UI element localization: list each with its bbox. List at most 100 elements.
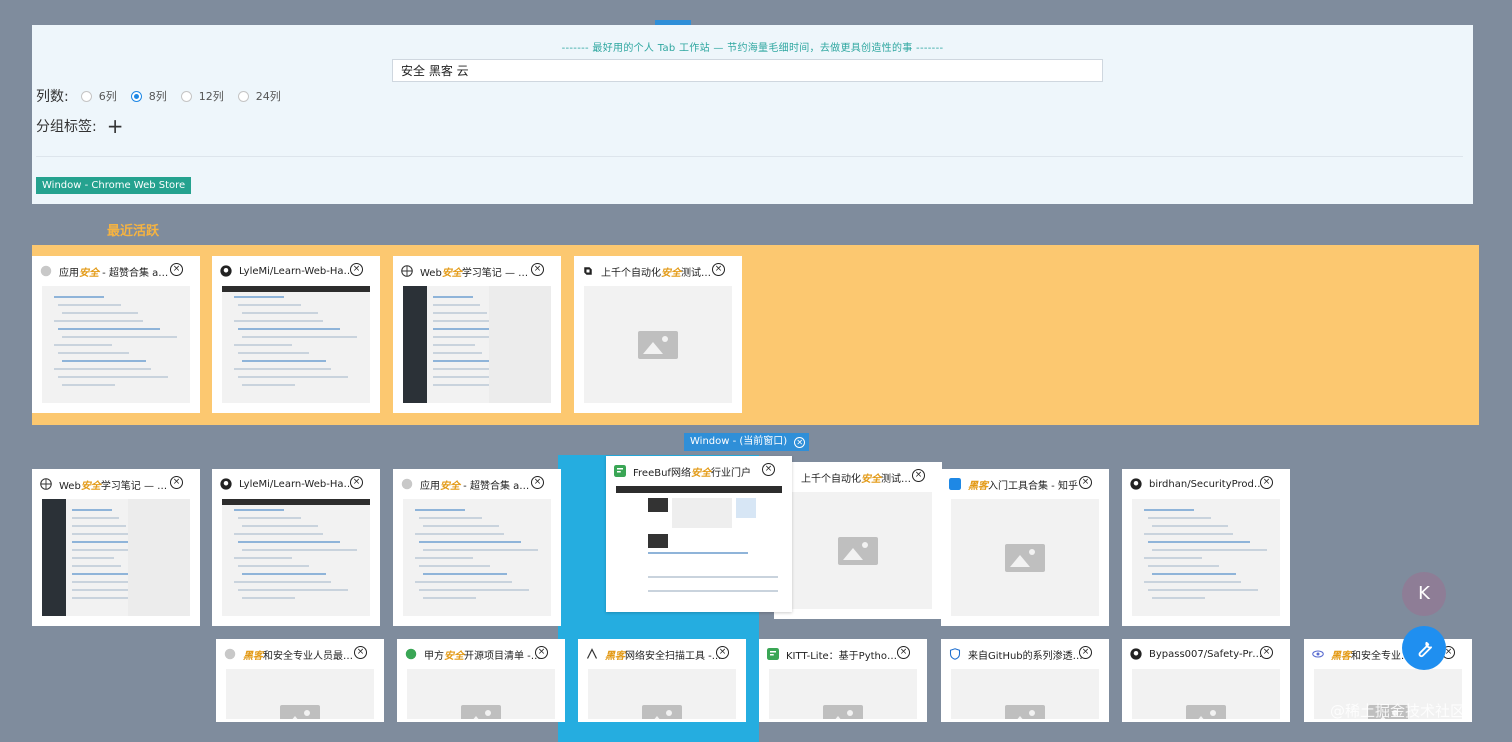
tab-title: 应用安全 - 超赞合集 awes... [420, 480, 537, 492]
tab-card[interactable]: 黑客和安全专业人员最重... × [216, 639, 384, 722]
image-placeholder-icon [823, 705, 863, 719]
add-group-icon[interactable]: + [107, 116, 124, 136]
page-preview [1132, 499, 1280, 616]
close-icon[interactable]: × [170, 476, 183, 489]
gray-circle-icon [224, 648, 236, 660]
close-icon[interactable]: × [897, 646, 910, 659]
current-window-label: Window - (当前窗口) [690, 436, 788, 447]
avatar[interactable]: K [1402, 572, 1446, 616]
tab-thumbnail [222, 286, 370, 403]
close-icon[interactable]: × [170, 263, 183, 276]
close-icon[interactable]: ✕ [794, 436, 806, 448]
page-preview [222, 286, 370, 403]
close-icon[interactable]: × [354, 646, 367, 659]
tab-title: birdhan/SecurityProduct... [1149, 478, 1266, 490]
tab-card[interactable]: KITT-Lite：基于Python实... × [759, 639, 927, 722]
recent-active-label: 最近活跃 [107, 224, 160, 239]
image-placeholder-icon [838, 536, 878, 565]
tab-card[interactable]: Bypass007/Safety-Proje... × [1122, 639, 1290, 722]
close-icon[interactable]: × [1079, 646, 1092, 659]
current-window-tag[interactable]: Window - (当前窗口) ✕ [684, 433, 810, 451]
tab-title: KITT-Lite：基于Python实... [786, 650, 903, 662]
github-icon [1130, 478, 1142, 490]
image-placeholder-icon [461, 705, 501, 719]
shield-icon [949, 648, 961, 660]
close-icon[interactable]: × [712, 263, 725, 276]
image-placeholder-icon [1005, 705, 1045, 719]
tab-card[interactable]: LyleMi/Learn-Web-Hacki... × [212, 469, 380, 626]
tab-card[interactable]: 黑客网络安全扫描工具 -... × [578, 639, 746, 722]
tab-thumbnail [584, 286, 732, 403]
tab-title: 黑客和安全专业人员最重... [243, 650, 360, 662]
close-icon[interactable]: × [716, 646, 729, 659]
radio-dot [80, 90, 92, 102]
github-icon [1130, 648, 1142, 660]
tab-title: FreeBuf网络安全行业门户 [633, 467, 751, 479]
close-icon[interactable]: × [531, 476, 544, 489]
freebuf-icon [767, 648, 779, 660]
tab-thumbnail [226, 669, 374, 719]
diamond-icon [582, 265, 594, 277]
close-icon[interactable]: × [531, 263, 544, 276]
close-icon[interactable]: × [912, 469, 925, 482]
tab-thumbnail [616, 486, 782, 606]
close-icon[interactable]: × [762, 463, 775, 476]
group-tags-label: 分组标签: [36, 119, 97, 135]
group-tags-row: 分组标签: + [36, 116, 123, 136]
tab-title: 上千个自动化安全测试工具... [801, 473, 918, 485]
tab-title: 黑客网络安全扫描工具 -... [605, 650, 722, 662]
tab-card[interactable]: 上千个自动化安全测试工具...× [774, 462, 942, 619]
tab-title: Web安全学习笔记 — Web... [420, 267, 537, 279]
freebuf-icon [614, 465, 626, 477]
page-preview [403, 499, 551, 616]
radio-12-columns[interactable]: 12列 [180, 88, 224, 104]
tab-thumbnail [222, 499, 370, 616]
radio-6-columns[interactable]: 6列 [80, 88, 117, 104]
close-icon[interactable]: × [350, 263, 363, 276]
tab-thumbnail [403, 499, 551, 616]
gray-circle-icon [40, 265, 52, 277]
tab-card[interactable]: 应用安全 - 超赞合集 awes...× [393, 469, 561, 626]
image-placeholder-icon [280, 705, 320, 719]
window-tag-chrome-web-store[interactable]: Window - Chrome Web Store [36, 177, 192, 194]
tab-card[interactable]: LyleMi/Learn-Web-Hacki... × [212, 256, 380, 413]
radar-icon [586, 648, 598, 660]
close-icon[interactable]: × [350, 476, 363, 489]
page-preview [42, 286, 190, 403]
tab-card[interactable]: 应用安全 - 超赞合集 awes...× [32, 256, 200, 413]
tab-thumbnail [769, 669, 917, 719]
close-icon[interactable]: × [1260, 476, 1273, 489]
eye-icon [1312, 648, 1324, 660]
tab-thumbnail [951, 669, 1099, 719]
tab-card[interactable]: Web安全学习笔记 — Web...× [32, 469, 200, 626]
radio-dot [237, 90, 249, 102]
tab-title: Bypass007/Safety-Proje... [1149, 648, 1266, 660]
close-icon[interactable]: × [1260, 646, 1273, 659]
radio-8-columns[interactable]: 8列 [130, 88, 167, 104]
gray-circle-icon [401, 478, 413, 490]
columns-label: 列数: [36, 89, 69, 105]
tab-card[interactable]: birdhan/SecurityProduct...× [1122, 469, 1290, 626]
radio-24-columns[interactable]: 24列 [237, 88, 281, 104]
tab-title: LyleMi/Learn-Web-Hacki... [239, 265, 356, 277]
tab-card[interactable]: Web安全学习笔记 — Web...× [393, 256, 561, 413]
tab-title: Web安全学习笔记 — Web... [59, 480, 176, 492]
tab-card[interactable]: 甲方安全开源项目清单 - ... × [397, 639, 565, 722]
radio-label: 6列 [98, 90, 117, 103]
tab-card[interactable]: 黑客入门工具合集 - 知乎 × [941, 469, 1109, 626]
tools-button[interactable] [1402, 626, 1446, 670]
tab-card[interactable]: 上千个自动化安全测试工具...× [574, 256, 742, 413]
github-icon [220, 478, 232, 490]
page-preview [42, 499, 190, 616]
tab-thumbnail [784, 492, 932, 609]
close-icon[interactable]: × [1079, 476, 1092, 489]
tab-title: 黑客和安全专业... [1331, 650, 1411, 662]
radio-dot [180, 90, 192, 102]
tab-card[interactable]: 来自GitHub的系列渗透测... × [941, 639, 1109, 722]
globe-icon [401, 265, 413, 277]
tab-title: 黑客入门工具合集 - 知乎 [968, 480, 1078, 492]
divider [36, 156, 1463, 157]
dragging-tab-card[interactable]: FreeBuf网络安全行业门户 × [606, 456, 792, 612]
search-input[interactable] [392, 59, 1103, 82]
close-icon[interactable]: × [535, 646, 548, 659]
